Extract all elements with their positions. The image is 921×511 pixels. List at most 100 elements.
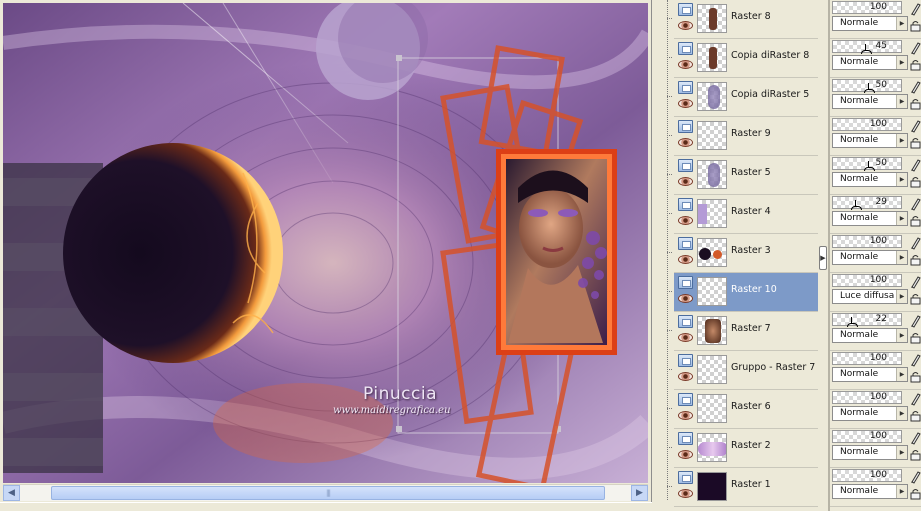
lock-icon[interactable] <box>910 20 921 32</box>
lock-icon[interactable] <box>910 293 921 305</box>
opacity-slider[interactable]: 100 <box>832 352 902 365</box>
blend-mode-select[interactable]: Normale ▶ <box>832 94 908 109</box>
opacity-slider[interactable]: 29 <box>832 196 902 210</box>
layer-row[interactable]: Raster 5 <box>667 156 828 195</box>
eye-visibility-icon[interactable] <box>678 177 693 186</box>
layer-row[interactable]: Raster 4 <box>667 195 828 234</box>
eye-visibility-icon[interactable] <box>678 21 693 30</box>
image-canvas[interactable]: Pinuccia www.maidiregrafica.eu <box>3 3 648 483</box>
opacity-slider[interactable]: 50 <box>832 157 902 171</box>
lock-icon[interactable] <box>910 59 921 71</box>
opacity-slider[interactable]: 100 <box>832 469 902 482</box>
lock-icon[interactable] <box>910 332 921 344</box>
brush-edit-icon[interactable] <box>910 158 921 172</box>
eye-visibility-icon[interactable] <box>678 411 693 420</box>
tree-connector <box>667 96 672 97</box>
layer-row[interactable]: Copia diRaster 8 <box>667 39 828 78</box>
layer-row[interactable]: Gruppo - Raster 7 <box>667 351 828 390</box>
brush-edit-icon[interactable] <box>910 275 921 289</box>
scroll-right-button[interactable]: ▶ <box>631 485 648 501</box>
brush-edit-icon[interactable] <box>910 2 921 16</box>
opacity-slider[interactable]: 45 <box>832 40 902 54</box>
layer-properties-row: 100 Normale ▶ <box>830 234 921 273</box>
eye-visibility-icon[interactable] <box>678 60 693 69</box>
lock-icon[interactable] <box>910 371 921 383</box>
eye-visibility-icon[interactable] <box>678 372 693 381</box>
layer-row[interactable]: Copia diRaster 5 <box>667 78 828 117</box>
layer-row[interactable]: Raster 6 <box>667 390 828 429</box>
blend-mode-select[interactable]: Normale ▶ <box>832 250 908 265</box>
chevron-right-icon: ▶ <box>896 95 907 108</box>
splitter-toggle-button[interactable]: ▶ <box>819 246 827 270</box>
opacity-value: 100 <box>869 353 887 363</box>
opacity-slider[interactable]: 22 <box>832 313 902 327</box>
lock-icon[interactable] <box>910 137 921 149</box>
layer-row[interactable]: Raster 1 <box>667 468 828 507</box>
opacity-slider[interactable]: 50 <box>832 79 902 93</box>
grip-icon: ||| <box>325 489 331 497</box>
lock-icon[interactable] <box>910 410 921 422</box>
tree-connector <box>667 135 672 136</box>
eye-visibility-icon[interactable] <box>678 333 693 342</box>
layer-row[interactable]: Raster 2 <box>667 429 828 468</box>
blend-mode-select[interactable]: Normale ▶ <box>832 367 908 382</box>
opacity-slider[interactable]: 100 <box>832 1 902 14</box>
brush-edit-icon[interactable] <box>910 470 921 484</box>
lock-icon[interactable] <box>910 488 921 500</box>
blend-mode-select[interactable]: Normale ▶ <box>832 406 908 421</box>
layer-row[interactable]: Raster 7 <box>667 312 828 351</box>
lock-icon[interactable] <box>910 98 921 110</box>
blend-mode-select[interactable]: Normale ▶ <box>832 484 908 499</box>
brush-edit-icon[interactable] <box>910 197 921 211</box>
layer-row[interactable]: Raster 3 <box>667 234 828 273</box>
lock-icon[interactable] <box>910 254 921 266</box>
layer-properties-row: 22 Normale ▶ <box>830 312 921 351</box>
opacity-slider[interactable]: 100 <box>832 235 902 248</box>
blend-mode-select[interactable]: Normale ▶ <box>832 211 908 226</box>
eye-visibility-icon[interactable] <box>678 255 693 264</box>
blend-mode-select[interactable]: Normale ▶ <box>832 55 908 70</box>
scroll-left-button[interactable]: ◀ <box>3 485 20 501</box>
layer-row[interactable]: Raster 9 <box>667 117 828 156</box>
layer-name: Raster 7 <box>731 323 771 334</box>
blend-mode-label: Normale <box>840 408 879 418</box>
lock-icon[interactable] <box>910 449 921 461</box>
scrollbar-thumb[interactable]: ||| <box>51 486 605 500</box>
eye-visibility-icon[interactable] <box>678 294 693 303</box>
blend-mode-select[interactable]: Luce diffusa ▶ <box>832 289 908 304</box>
eye-visibility-icon[interactable] <box>678 99 693 108</box>
opacity-marker-icon <box>847 317 858 327</box>
opacity-slider[interactable]: 100 <box>832 430 902 443</box>
opacity-slider[interactable]: 100 <box>832 391 902 404</box>
brush-edit-icon[interactable] <box>910 80 921 94</box>
lock-icon[interactable] <box>910 215 921 227</box>
blend-mode-select[interactable]: Normale ▶ <box>832 328 908 343</box>
eye-visibility-icon[interactable] <box>678 489 693 498</box>
layer-name: Raster 2 <box>731 440 771 451</box>
chevron-right-icon: ▶ <box>896 56 907 69</box>
brush-edit-icon[interactable] <box>910 41 921 55</box>
brush-edit-icon[interactable] <box>910 236 921 250</box>
tree-line <box>667 0 668 500</box>
blend-mode-select[interactable]: Normale ▶ <box>832 172 908 187</box>
eye-visibility-icon[interactable] <box>678 138 693 147</box>
layer-row[interactable]: Raster 10 <box>667 273 828 312</box>
brush-edit-icon[interactable] <box>910 353 921 367</box>
brush-edit-icon[interactable] <box>910 431 921 445</box>
eye-visibility-icon[interactable] <box>678 450 693 459</box>
lock-icon[interactable] <box>910 176 921 188</box>
opacity-value: 100 <box>869 470 887 480</box>
brush-edit-icon[interactable] <box>910 314 921 328</box>
layer-row[interactable]: Raster 8 <box>667 0 828 39</box>
eye-visibility-icon[interactable] <box>678 216 693 225</box>
arrow-left-icon: ◀ <box>8 488 15 498</box>
brush-edit-icon[interactable] <box>910 392 921 406</box>
raster-layer-icon <box>678 81 693 94</box>
blend-mode-select[interactable]: Normale ▶ <box>832 16 908 31</box>
blend-mode-select[interactable]: Normale ▶ <box>832 445 908 460</box>
horizontal-scrollbar[interactable]: ◀ ||| ▶ <box>3 484 648 501</box>
opacity-slider[interactable]: 100 <box>832 274 902 287</box>
blend-mode-select[interactable]: Normale ▶ <box>832 133 908 148</box>
brush-edit-icon[interactable] <box>910 119 921 133</box>
opacity-slider[interactable]: 100 <box>832 118 902 131</box>
